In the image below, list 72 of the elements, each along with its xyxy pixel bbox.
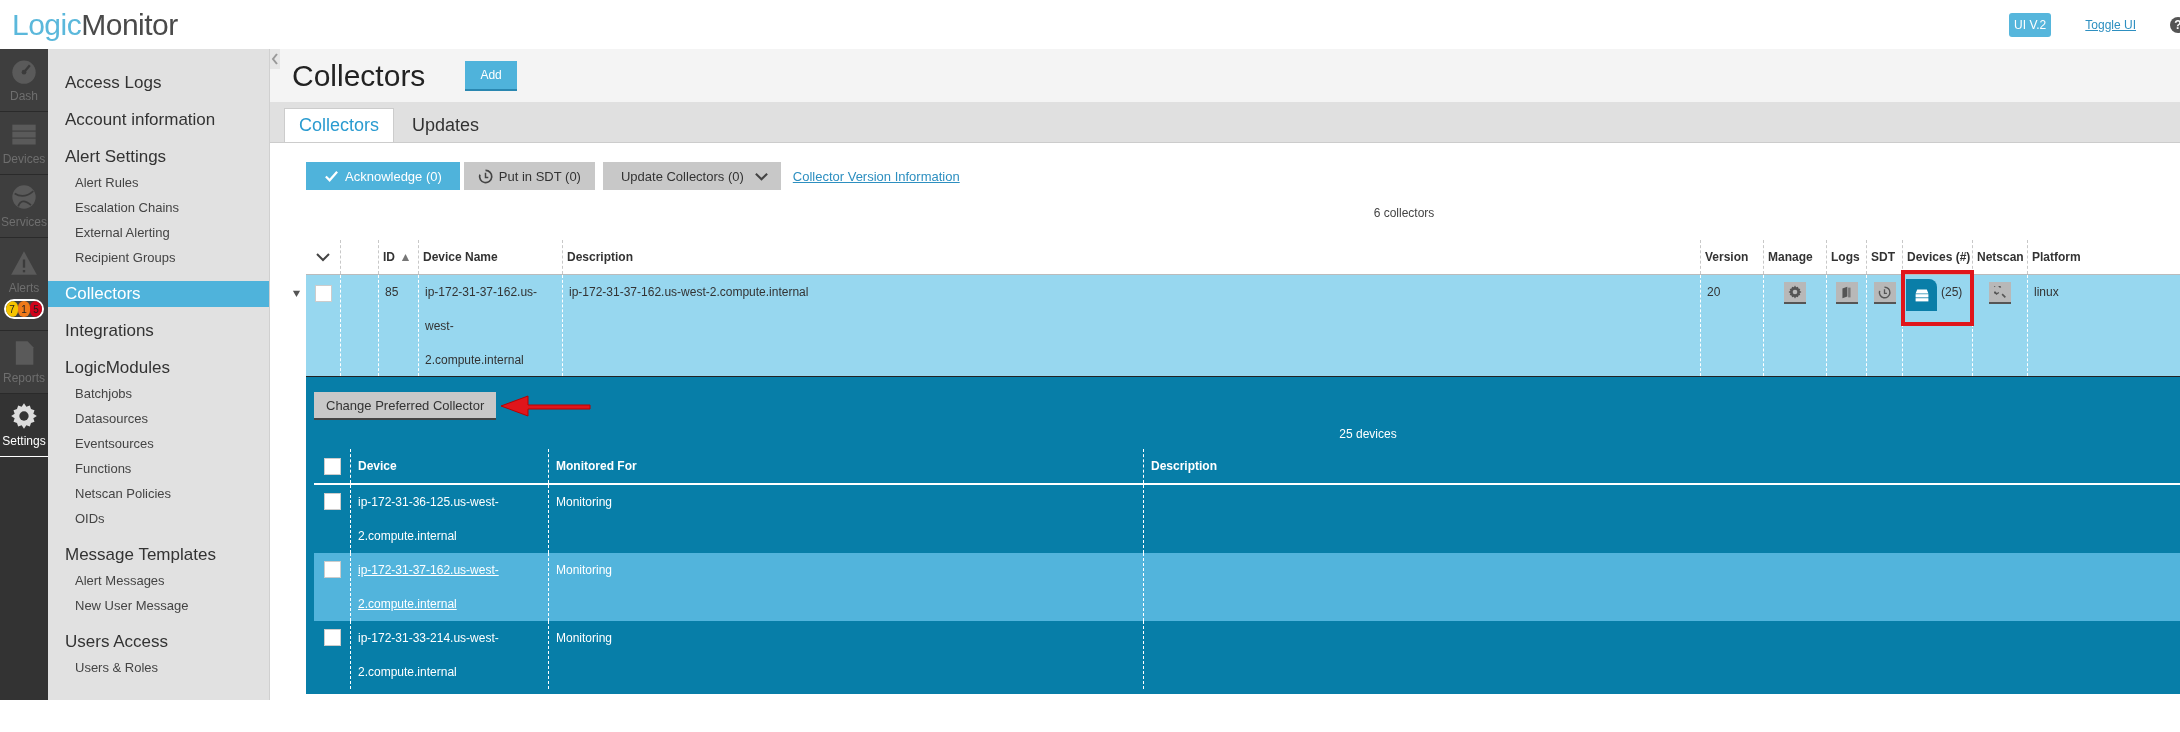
server-icon[interactable] [1906,279,1937,311]
sidebar-item[interactable]: External Alerting [48,220,269,245]
device-link[interactable]: ip-172-31-33-214.us-west-2.compute.internal [358,621,518,689]
logo-wordmark: LogicMonitor [12,7,178,42]
clock-icon [477,168,493,184]
sidebar-item[interactable]: Datasources [48,406,269,431]
sidebar-item[interactable]: Access Logs [48,70,269,96]
sidebar-item[interactable]: New User Message [48,593,269,618]
globe-icon [10,183,38,211]
table-cell-text: Monitoring [556,562,613,579]
table-cell-text: Monitoring [556,494,613,511]
table-cell-text: Monitoring [556,630,613,647]
column-header[interactable]: SDT [1871,250,1895,264]
sidebar-item[interactable]: Integrations [48,318,269,344]
column-header[interactable]: Devices (#) [1907,250,1971,264]
row-checkbox[interactable] [323,629,341,646]
column-header[interactable]: Manage [1768,250,1813,264]
settings-icon[interactable] [1784,282,1806,304]
column-header[interactable]: Device [358,459,397,473]
device-row[interactable]: ip-172-31-33-214.us-west-2.compute.internal Monitoring [314,621,2180,689]
column-header[interactable]: Description [567,250,633,264]
table-cell-text: 20 [1707,284,1721,301]
sidebar-item[interactable]: Eventsources [48,431,269,456]
clock-icon[interactable] [1873,282,1896,304]
book-icon[interactable] [1835,282,1858,304]
sidebar-item[interactable]: Batchjobs [48,381,269,406]
select-all-checkbox[interactable] [323,457,341,475]
settings-icon [10,402,38,430]
version-badge: UI V.2 [2009,12,2052,37]
select-all-chevron-icon[interactable] [315,252,331,262]
table-cell-text: 85 [385,284,399,301]
column-header[interactable]: ID [383,250,395,264]
row-checkbox[interactable] [323,561,341,578]
device-count-label: 25 devices [1338,427,1398,441]
sidebar-item[interactable]: LogicModules [48,355,269,381]
sidebar-item[interactable]: Users & Roles [48,655,269,680]
sdt-button[interactable]: Put in SDT (0) [463,162,595,190]
sidebar-item[interactable]: Netscan Policies [48,481,269,506]
checkmark-icon [324,168,339,184]
column-header[interactable]: Netscan [1977,250,2024,264]
sidebar-item[interactable]: OIDs [48,506,269,531]
alert-count-badge: 7 1 5 [4,299,44,319]
sidebar-item[interactable]: Recipient Groups [48,245,269,270]
toggle-ui-link[interactable]: Toggle UI [2085,17,2136,32]
update-collectors-dropdown[interactable]: Update Collectors (0) [602,162,781,190]
column-header[interactable]: Device Name [423,250,498,264]
column-header[interactable]: Logs [1831,250,1860,264]
column-header[interactable]: Description [1151,459,1217,473]
tab[interactable]: Updates [398,108,494,142]
page-title: Collectors [292,58,426,93]
table-cell-text: linux [2034,284,2059,301]
sidebar-item[interactable]: Users Access [48,629,269,655]
table-cell-text: ip-172-31-37-162.us-west-2.compute.internal [425,284,539,369]
column-header[interactable]: Monitored For [556,459,637,473]
sidebar-item[interactable]: Alert Settings [48,144,269,170]
sidebar-item[interactable]: Escalation Chains [48,195,269,220]
column-header[interactable]: Version [1705,250,1749,264]
collector-version-link[interactable]: Collector Version Information [792,168,960,184]
sidebar-item[interactable]: Alert Rules [48,170,269,195]
row-checkbox[interactable] [323,493,341,510]
collector-count: 6 collectors [1372,206,1436,220]
sidebar-item[interactable]: Alert Messages [48,568,269,593]
table-cell-text: ip-172-31-37-162.us-west-2.compute.internal [569,284,809,301]
expanded-caret-icon[interactable] [292,289,301,298]
row-checkbox[interactable] [314,285,332,302]
warning-icon [10,249,38,277]
sidebar-item[interactable]: Account information [48,107,269,133]
change-preferred-collector-button[interactable]: Change Preferred Collector [314,392,497,420]
sidebar-item[interactable]: Message Templates [48,542,269,568]
column-header[interactable]: Platform [2032,250,2081,264]
device-count[interactable]: (25) [1941,279,1963,305]
sidebar-item[interactable]: Functions [48,456,269,481]
